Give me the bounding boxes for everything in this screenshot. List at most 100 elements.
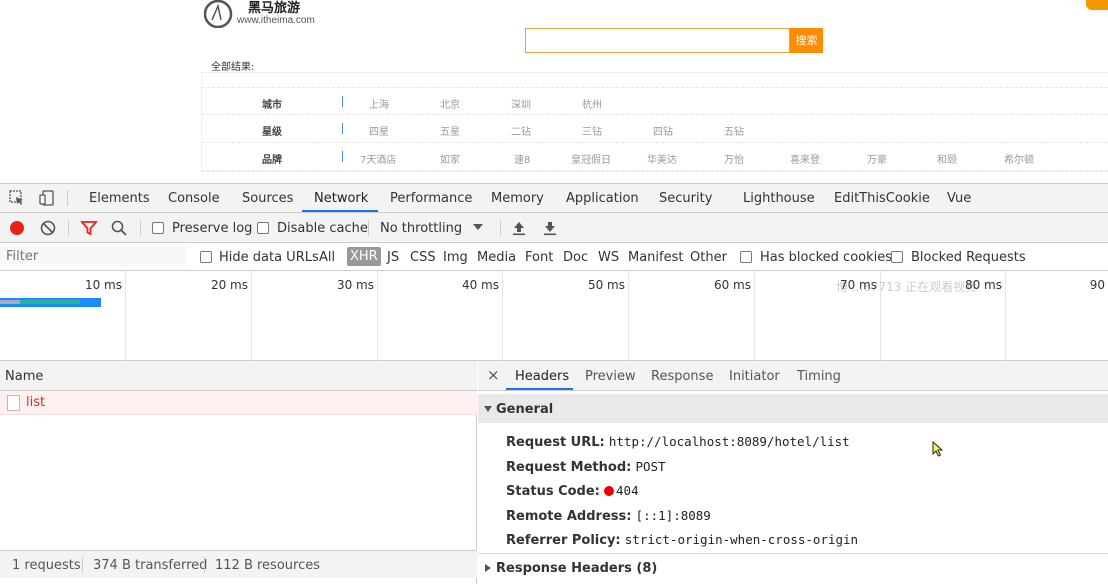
tab-timing[interactable]: Timing: [797, 369, 841, 384]
tab-editthiscookie[interactable]: EditThisCookie: [834, 191, 930, 206]
filter-option[interactable]: 如家: [440, 151, 460, 166]
tab-application[interactable]: Application: [566, 191, 639, 206]
blocked-requests-label: Blocked Requests: [911, 250, 1026, 265]
blocked-requests-checkbox[interactable]: [891, 251, 903, 263]
import-har-icon[interactable]: [510, 219, 528, 237]
active-tab-indicator: [302, 210, 378, 212]
tab-elements[interactable]: Elements: [89, 191, 150, 206]
filter-option[interactable]: 上海: [369, 96, 389, 111]
all-results-label: 全部结果:: [211, 62, 255, 73]
filter-type-all[interactable]: All: [319, 250, 335, 265]
column-header-name[interactable]: Name: [5, 369, 43, 384]
filter-type-img[interactable]: Img: [443, 250, 468, 265]
filter-row-star: 星级 四星 五星 二钻 三钻 四钻 五钻: [202, 115, 1108, 143]
tab-memory[interactable]: Memory: [491, 191, 544, 206]
remote-address-row: Remote Address: [::1]:8089: [506, 508, 711, 524]
filter-option[interactable]: 7天酒店: [360, 151, 396, 166]
table-row[interactable]: list: [0, 391, 477, 415]
dropdown-arrow-icon[interactable]: [472, 220, 484, 234]
timeline-tick-label: 10 ms: [84, 278, 122, 292]
preserve-log-checkbox[interactable]: [152, 222, 164, 234]
tab-console[interactable]: Console: [168, 191, 220, 206]
has-blocked-cookies-checkbox[interactable]: [740, 251, 752, 263]
search-button[interactable]: 搜索: [790, 28, 823, 53]
tab-initiator[interactable]: Initiator: [729, 369, 780, 384]
network-overview-timeline[interactable]: 博 ...87713 正在观看视频 10 ms 20 ms 30 ms 40 m…: [0, 271, 1108, 361]
device-toolbar-icon[interactable]: [38, 189, 56, 207]
toolbar-divider: [368, 220, 369, 236]
timeline-gridline: [377, 271, 378, 361]
filter-option[interactable]: 五钻: [724, 123, 744, 138]
header-value: 404: [616, 483, 639, 498]
filter-type-media[interactable]: Media: [477, 250, 516, 265]
filter-type-ws[interactable]: WS: [598, 250, 619, 265]
hide-data-urls-checkbox[interactable]: [200, 251, 212, 263]
filter-option[interactable]: 深圳: [511, 96, 531, 111]
filter-option[interactable]: 速8: [514, 151, 530, 166]
tab-lighthouse[interactable]: Lighthouse: [743, 191, 815, 206]
filter-option[interactable]: 四星: [369, 123, 389, 138]
request-details-panel: × Headers Preview Response Initiator Tim…: [478, 361, 1108, 584]
toolbar-divider: [140, 220, 141, 236]
tab-preview[interactable]: Preview: [585, 369, 636, 384]
filter-row-brand: 品牌 7天酒店 如家 速8 皇冠假日 华美达 万怡 喜来登 万豪 和颐 希尔顿: [202, 143, 1108, 171]
filter-type-doc[interactable]: Doc: [563, 250, 588, 265]
filter-option[interactable]: 五星: [440, 123, 460, 138]
filter-type-other[interactable]: Other: [690, 250, 727, 265]
filter-type-xhr[interactable]: XHR: [347, 247, 381, 266]
filter-type-css[interactable]: CSS: [410, 250, 436, 265]
header-corner-button[interactable]: [1086, 0, 1108, 10]
tab-response[interactable]: Response: [651, 369, 713, 384]
filter-label: 城市: [262, 100, 282, 111]
filter-option[interactable]: 喜来登: [790, 151, 820, 166]
tab-performance[interactable]: Performance: [390, 191, 472, 206]
tab-network[interactable]: Network: [314, 191, 368, 206]
tab-sources[interactable]: Sources: [242, 191, 293, 206]
tab-headers[interactable]: Headers: [515, 369, 569, 384]
clear-icon[interactable]: [39, 219, 57, 237]
header-key: Remote Address:: [506, 509, 632, 524]
header-key: Request Method:: [506, 460, 632, 475]
hotel-search-input[interactable]: [525, 28, 790, 53]
request-name[interactable]: list: [26, 395, 45, 410]
request-list-header[interactable]: Name: [0, 361, 477, 391]
filter-type-font[interactable]: Font: [525, 250, 553, 265]
timeline-tick-label: 40 ms: [461, 278, 499, 292]
throttling-select[interactable]: No throttling: [380, 221, 462, 236]
general-section-header[interactable]: General: [478, 394, 1108, 423]
export-har-icon[interactable]: [541, 219, 559, 237]
mouse-cursor-icon: [932, 441, 944, 457]
header-value: [::1]:8089: [635, 508, 711, 523]
request-count: 1 requests: [12, 558, 81, 573]
search-icon[interactable]: [110, 219, 128, 237]
filter-option[interactable]: 北京: [440, 96, 460, 111]
filter-divider: [342, 96, 343, 107]
filter-option[interactable]: 二钻: [511, 123, 531, 138]
timeline-tick-label: 60 ms: [713, 278, 751, 292]
hide-data-urls-label: Hide data URLs: [219, 250, 319, 265]
response-headers-section-header[interactable]: Response Headers (8): [478, 553, 1108, 581]
tab-security[interactable]: Security: [659, 191, 712, 206]
filter-funnel-icon[interactable]: [80, 219, 98, 237]
summary-divider: [82, 557, 83, 573]
filter-option[interactable]: 皇冠假日: [571, 151, 611, 166]
filter-option[interactable]: 万豪: [867, 151, 887, 166]
filter-input[interactable]: [0, 246, 186, 267]
filter-option[interactable]: 万怡: [724, 151, 744, 166]
filter-type-js[interactable]: JS: [387, 250, 399, 265]
record-icon[interactable]: [8, 219, 26, 237]
close-icon[interactable]: ×: [487, 366, 500, 384]
disable-cache-checkbox[interactable]: [257, 222, 269, 234]
timeline-tick-label: 20 ms: [210, 278, 248, 292]
disable-cache-label: Disable cache: [277, 221, 368, 236]
filter-option[interactable]: 华美达: [647, 151, 677, 166]
filter-option[interactable]: 和颐: [937, 151, 957, 166]
filter-option[interactable]: 三钻: [582, 123, 602, 138]
filter-option[interactable]: 四钻: [653, 123, 673, 138]
tab-vue[interactable]: Vue: [947, 191, 971, 206]
details-tabbar: × Headers Preview Response Initiator Tim…: [478, 361, 1108, 391]
filter-type-manifest[interactable]: Manifest: [628, 250, 683, 265]
filter-option[interactable]: 杭州: [582, 96, 602, 111]
inspect-element-icon[interactable]: [8, 189, 26, 207]
filter-option[interactable]: 希尔顿: [1004, 151, 1034, 166]
